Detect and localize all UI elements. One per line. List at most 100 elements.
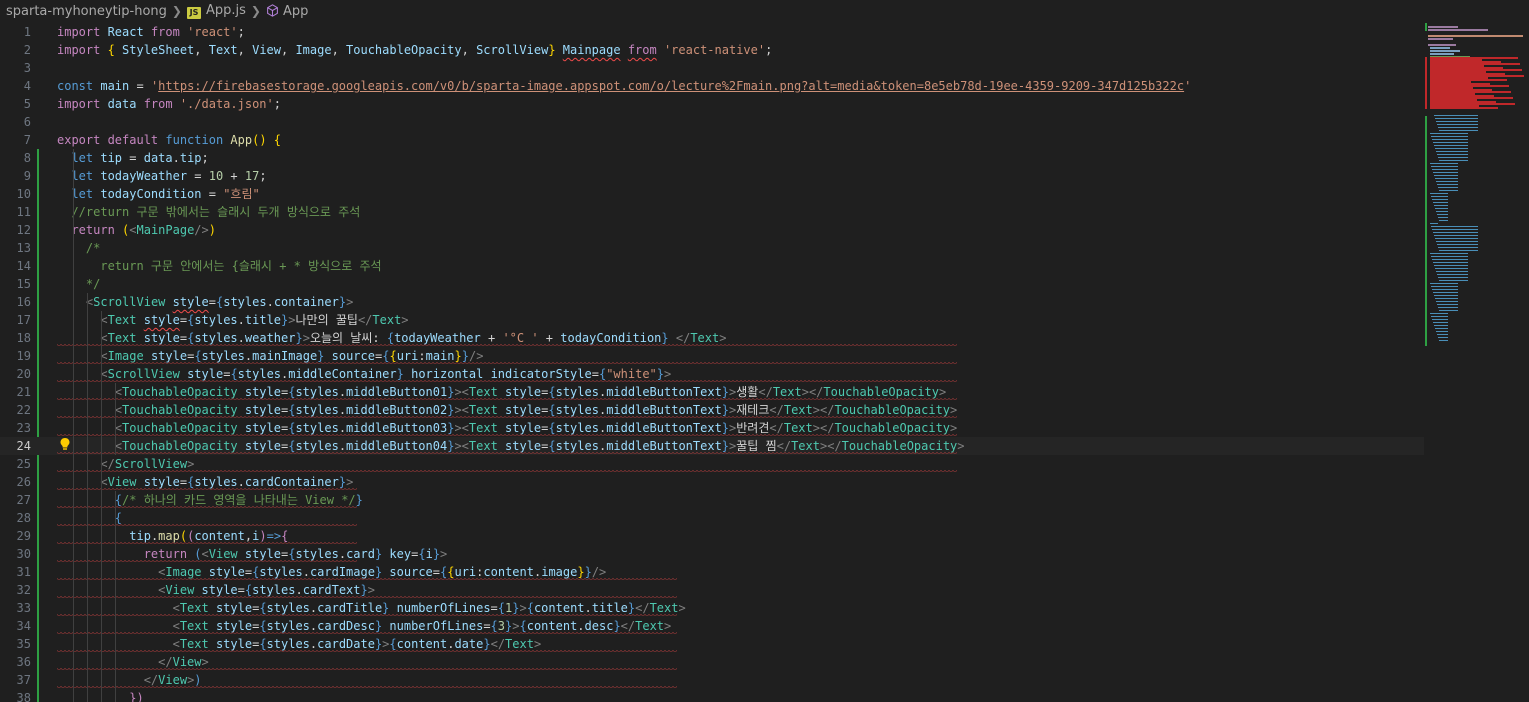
- line-number[interactable]: 23: [0, 419, 31, 437]
- code-token: =: [483, 619, 491, 633]
- code-token: }: [295, 331, 303, 345]
- line-number[interactable]: 9: [0, 167, 31, 185]
- line-number[interactable]: 25: [0, 455, 31, 473]
- code-line[interactable]: 4 const main = 'https://firebasestorage.g…: [0, 77, 1424, 95]
- code-line[interactable]: 7 export default function App() {: [0, 131, 1424, 149]
- code-line[interactable]: 17 <Text style={styles.title}>나만의 꿀팁</Te…: [0, 311, 1424, 329]
- line-number[interactable]: 27: [0, 491, 31, 509]
- breadcrumb-symbol[interactable]: App: [266, 4, 308, 19]
- code-token: }: [374, 565, 390, 579]
- code-text: <ScrollView style={styles.container}>: [57, 293, 353, 311]
- line-number[interactable]: 35: [0, 635, 31, 653]
- minimap-line: [1438, 157, 1468, 158]
- code-line[interactable]: 9 let todayWeather = 10 + 17;: [0, 167, 1424, 185]
- line-number[interactable]: 13: [0, 239, 31, 257]
- code-token: return: [71, 223, 123, 237]
- code-line[interactable]: 12 return (<MainPage/>): [0, 221, 1424, 239]
- line-number[interactable]: 10: [0, 185, 31, 203]
- code-token: Image: [107, 349, 151, 363]
- minimap-line: [1430, 163, 1458, 164]
- code-token: </: [635, 601, 650, 615]
- line-number[interactable]: 29: [0, 527, 31, 545]
- code-token: {: [548, 439, 556, 453]
- code-line[interactable]: 14 return 구문 안에서는 {슬래시 + * 방식으로 주석: [0, 257, 1424, 275]
- line-number[interactable]: 34: [0, 617, 31, 635]
- line-number[interactable]: 26: [0, 473, 31, 491]
- code-line[interactable]: 38 }): [0, 689, 1424, 702]
- code-token: {: [548, 421, 556, 435]
- code-line[interactable]: 13 /*: [0, 239, 1424, 257]
- line-number[interactable]: 37: [0, 671, 31, 689]
- code-line[interactable]: 8 let tip = data.tip;: [0, 149, 1424, 167]
- line-number[interactable]: 31: [0, 563, 31, 581]
- code-line[interactable]: 5 import data from './data.json';: [0, 95, 1424, 113]
- line-number[interactable]: 32: [0, 581, 31, 599]
- code-token: Image: [295, 43, 332, 57]
- minimap-line: [1432, 169, 1458, 170]
- code-token: ><: [454, 385, 469, 399]
- line-number[interactable]: 2: [0, 41, 31, 59]
- line-number[interactable]: 1: [0, 23, 31, 41]
- breadcrumb-project[interactable]: sparta-myhoneytip-hong: [6, 4, 167, 19]
- code-token: <: [129, 223, 137, 237]
- line-number[interactable]: 28: [0, 509, 31, 527]
- line-number[interactable]: 17: [0, 311, 31, 329]
- line-number[interactable]: 4: [0, 77, 31, 95]
- code-token: main: [425, 349, 455, 363]
- minimap-line: [1430, 253, 1468, 254]
- line-number[interactable]: 30: [0, 545, 31, 563]
- code-line[interactable]: 10 let todayCondition = "흐림": [0, 185, 1424, 203]
- code-token: (: [194, 547, 202, 561]
- code-token: middleButtonText: [606, 403, 722, 417]
- code-token: source: [331, 349, 375, 363]
- breadcrumb-file[interactable]: JS App.js: [186, 3, 246, 19]
- code-token: View: [172, 655, 202, 669]
- code-token: mainImage: [252, 349, 318, 363]
- code-token: from: [150, 25, 188, 39]
- line-number[interactable]: 14: [0, 257, 31, 275]
- line-number[interactable]: 3: [0, 59, 31, 77]
- code-token: ScrollView: [476, 43, 549, 57]
- line-number[interactable]: 33: [0, 599, 31, 617]
- code-line[interactable]: 3: [0, 59, 1424, 77]
- line-number[interactable]: 19: [0, 347, 31, 365]
- code-token: +: [545, 331, 561, 345]
- code-line[interactable]: 16 <ScrollView style={styles.container}>: [0, 293, 1424, 311]
- line-number[interactable]: 16: [0, 293, 31, 311]
- error-squiggle: [57, 452, 957, 455]
- line-number[interactable]: 5: [0, 95, 31, 113]
- line-number[interactable]: 21: [0, 383, 31, 401]
- line-number[interactable]: 22: [0, 401, 31, 419]
- line-number[interactable]: 15: [0, 275, 31, 293]
- code-token: {: [230, 367, 238, 381]
- line-number[interactable]: 24: [0, 437, 31, 455]
- code-token: Text: [635, 619, 665, 633]
- code-token: style: [244, 439, 281, 453]
- line-number[interactable]: 6: [0, 113, 31, 131]
- line-number[interactable]: 12: [0, 221, 31, 239]
- line-number[interactable]: 11: [0, 203, 31, 221]
- code-line[interactable]: 11 //return 구문 밖에서는 슬래시 두개 방식으로 주석: [0, 203, 1424, 221]
- minimap-line: [1435, 328, 1448, 329]
- code-token: {: [281, 529, 289, 543]
- code-token: style: [505, 385, 542, 399]
- code-token: 'react': [187, 25, 238, 39]
- error-squiggle: [57, 596, 677, 599]
- code-line[interactable]: 1 import React from 'react';: [0, 23, 1424, 41]
- code-editor[interactable]: 1 import React from 'react'; 2 import { Sty…: [0, 23, 1424, 702]
- minimap-line: [1437, 154, 1468, 155]
- code-token: </: [100, 457, 115, 471]
- code-line[interactable]: 6: [0, 113, 1424, 131]
- code-token: styles: [223, 295, 267, 309]
- line-number[interactable]: 36: [0, 653, 31, 671]
- code-line[interactable]: 15 */: [0, 275, 1424, 293]
- line-number[interactable]: 20: [0, 365, 31, 383]
- line-number[interactable]: 7: [0, 131, 31, 149]
- code-line[interactable]: 2 import { StyleSheet, Text, View, Image,…: [0, 41, 1424, 59]
- minimap-change-marker: [1425, 23, 1427, 31]
- line-number[interactable]: 38: [0, 689, 31, 702]
- minimap[interactable]: [1424, 23, 1529, 702]
- line-number[interactable]: 18: [0, 329, 31, 347]
- line-number[interactable]: 8: [0, 149, 31, 167]
